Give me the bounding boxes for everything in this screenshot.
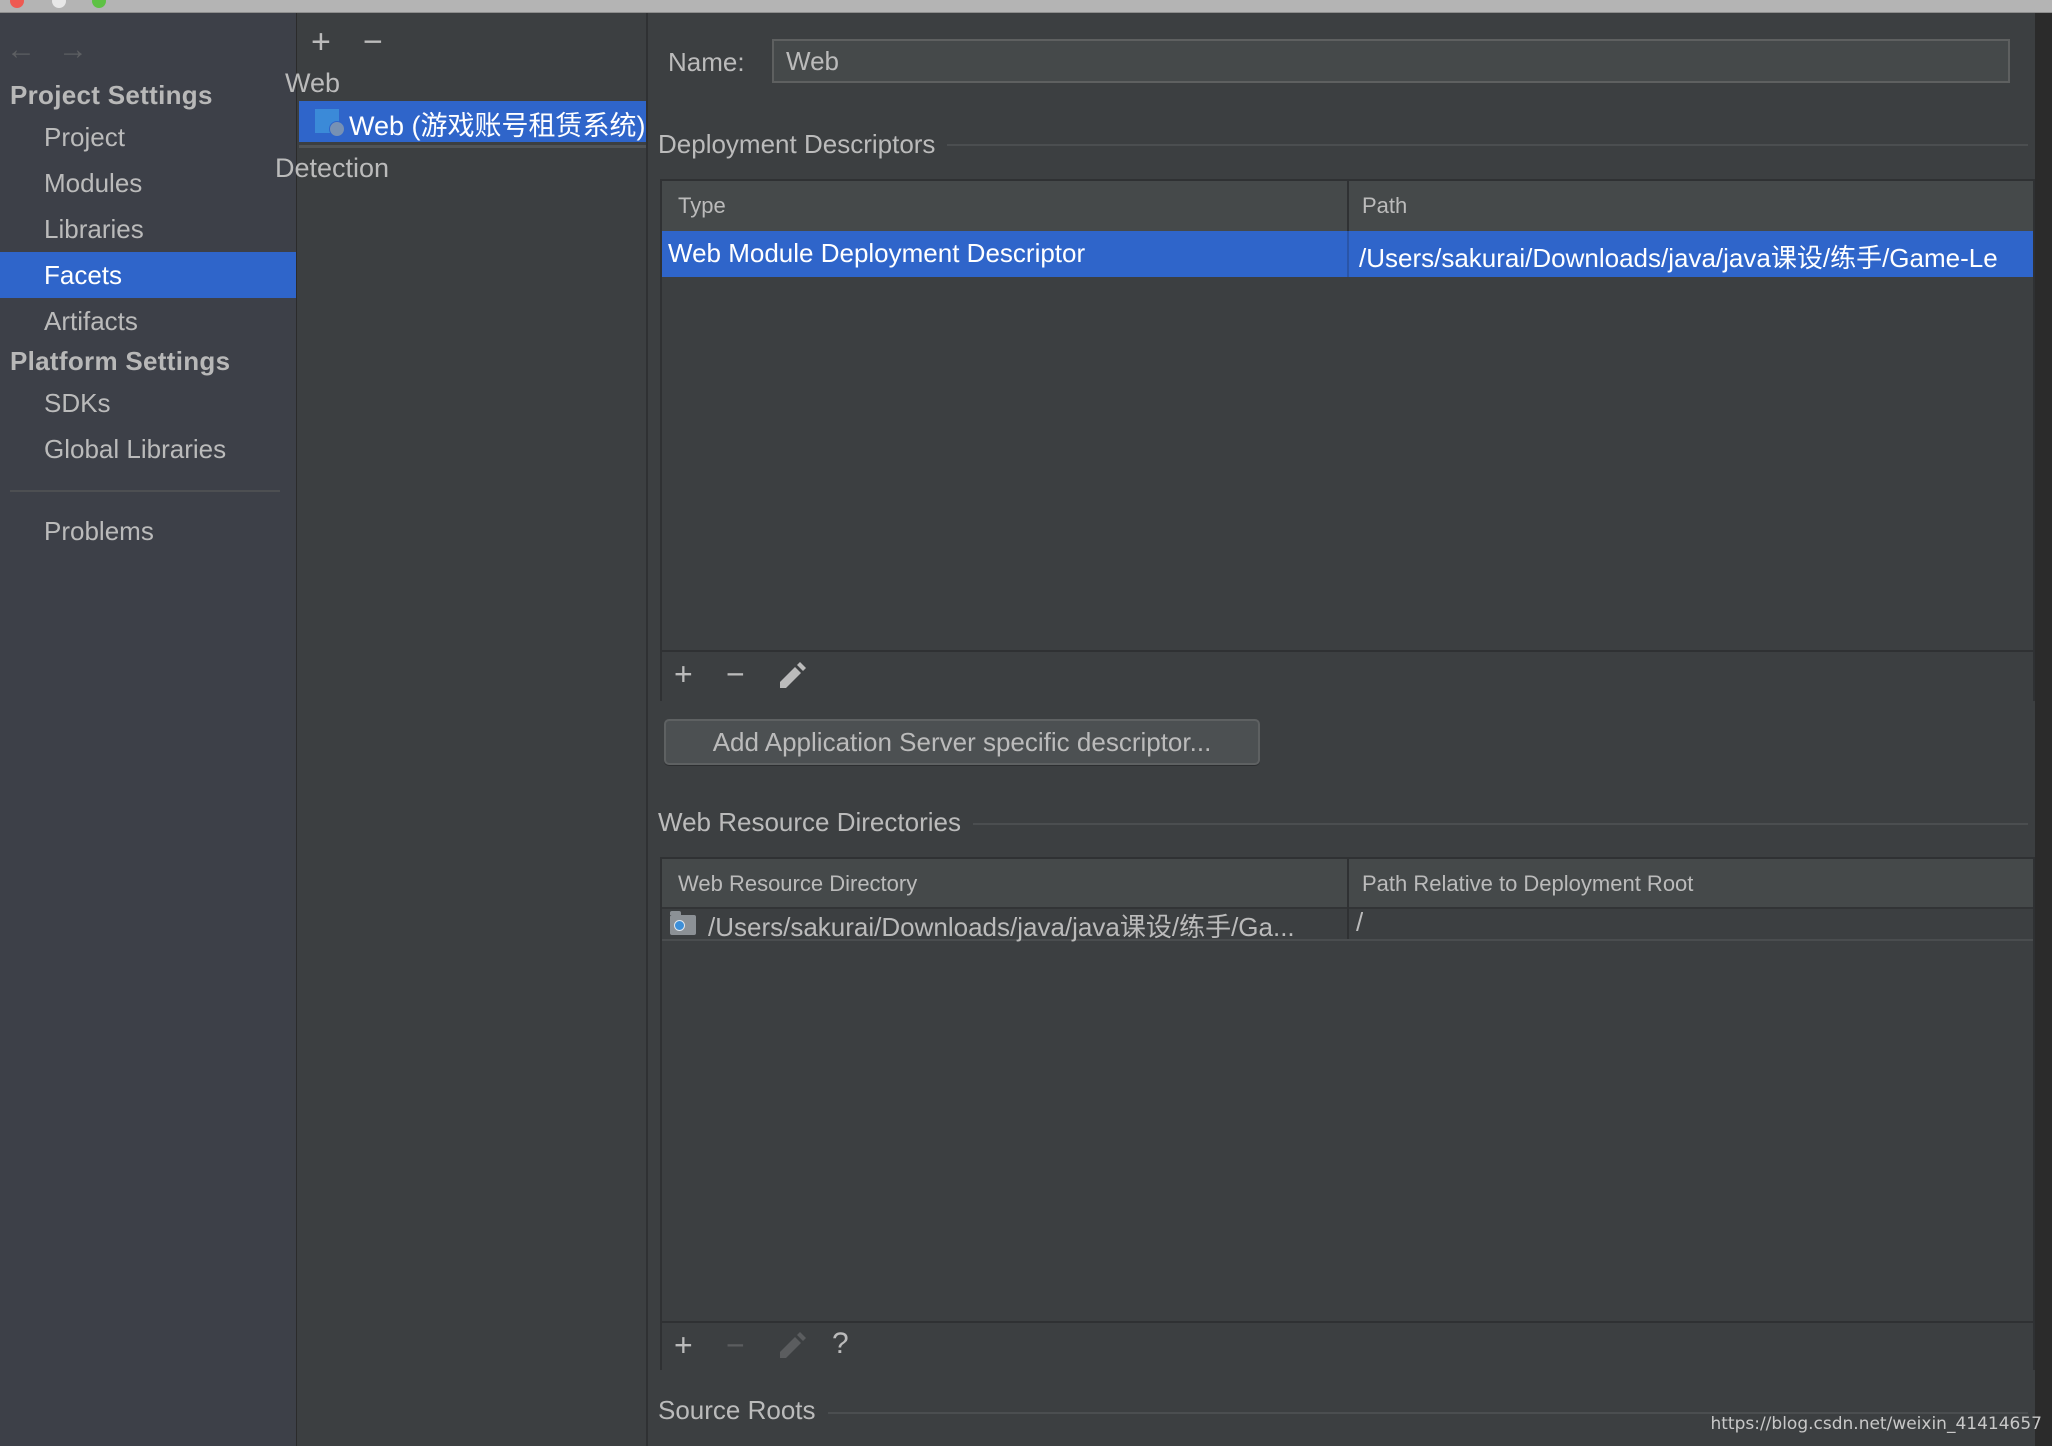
pencil-icon[interactable] [776,662,806,692]
deployment-descriptors-heading: Deployment Descriptors [658,129,948,160]
zoom-window-button[interactable] [92,0,106,8]
sidebar-item-libraries[interactable]: Libraries [0,206,296,252]
help-button[interactable]: ? [832,1329,849,1359]
sidebar-item-sdks[interactable]: SDKs [0,380,296,426]
globe-icon [329,121,345,137]
web-resource-directories-table: Web Resource Directory Path Relative to … [660,857,2035,1370]
facet-name-input[interactable] [772,39,2010,83]
web-resource-directory-cell: /Users/sakurai/Downloads/java/java课设/练手/… [708,912,1295,942]
tree-node-web-facet[interactable]: Web (游戏账号租赁系统) [299,101,646,142]
tree-node-detection[interactable]: Detection [275,148,475,188]
source-roots-heading: Source Roots [658,1395,828,1426]
table-row[interactable]: Web Module Deployment Descriptor /Users/… [662,231,2033,277]
tree-node-web-group[interactable]: Web [285,68,405,104]
window-title-bar [0,0,2052,13]
tree-node-web-facet-label: Web (游戏账号租赁系统) [349,111,646,141]
column-header-type[interactable]: Type [678,193,726,219]
relative-path-cell: / [1356,907,1364,937]
column-divider[interactable] [1347,859,1349,907]
table-row[interactable]: /Users/sakurai/Downloads/java/java课设/练手/… [662,907,2033,942]
section-title-project-settings: Project Settings [10,80,213,110]
sidebar-item-facets[interactable]: Facets [0,252,296,298]
sidebar-item-artifacts[interactable]: Artifacts [0,298,296,344]
sidebar-item-modules[interactable]: Modules [0,160,296,206]
descriptor-type-cell: Web Module Deployment Descriptor [668,238,1086,268]
sidebar-item-project[interactable]: Project [0,114,296,160]
column-divider [1347,907,1349,939]
remove-facet-button[interactable]: − [363,25,383,59]
table-header: Web Resource Directory Path Relative to … [662,859,2033,909]
pencil-icon[interactable] [776,1332,806,1362]
facet-settings-content: Name: Deployment Descriptors Type Path W… [648,13,2035,1446]
minimize-window-button[interactable] [52,0,66,8]
column-divider[interactable] [1347,181,1349,231]
web-resource-directories-toolbar: + − ? [662,1321,2033,1370]
tree-node-detection-label: Detection [275,153,390,183]
name-label: Name: [668,47,745,77]
facets-tree-panel: + − Web Web (游戏账号租赁系统) Detection [275,13,648,1446]
add-descriptor-button[interactable]: + [674,658,693,690]
tree-node-web-group-label: Web [285,68,341,98]
add-server-descriptor-button[interactable]: Add Application Server specific descript… [664,719,1260,765]
column-header-web-resource-directory[interactable]: Web Resource Directory [678,871,917,897]
sidebar-item-global-libraries[interactable]: Global Libraries [0,426,296,472]
descriptor-path-cell: /Users/sakurai/Downloads/java/java课设/练手/… [1359,243,1998,273]
close-window-button[interactable] [10,0,24,8]
deployment-descriptors-table: Type Path Web Module Deployment Descript… [660,179,2035,701]
add-directory-button[interactable]: + [674,1329,693,1361]
deployment-descriptors-toolbar: + − [662,650,2033,701]
remove-directory-button[interactable]: − [726,1329,745,1361]
section-title-platform-settings: Platform Settings [10,346,231,376]
arrow-right-icon[interactable]: → [58,33,88,67]
remove-descriptor-button[interactable]: − [726,658,745,690]
watermark-text: https://blog.csdn.net/weixin_41414657 [1710,1414,2042,1434]
column-header-path[interactable]: Path [1362,193,1407,219]
add-facet-button[interactable]: + [311,25,331,59]
settings-sidebar: ← → Project Settings Project Modules Lib… [0,13,297,1446]
sidebar-item-problems[interactable]: Problems [0,508,296,554]
right-edge-panel [2035,13,2052,1446]
sidebar-divider [10,490,280,492]
column-header-relative-path[interactable]: Path Relative to Deployment Root [1362,871,1693,897]
table-header: Type Path [662,181,2033,233]
column-divider [1347,231,1349,277]
arrow-left-icon[interactable]: ← [6,33,36,67]
web-resource-directories-heading: Web Resource Directories [658,807,973,838]
